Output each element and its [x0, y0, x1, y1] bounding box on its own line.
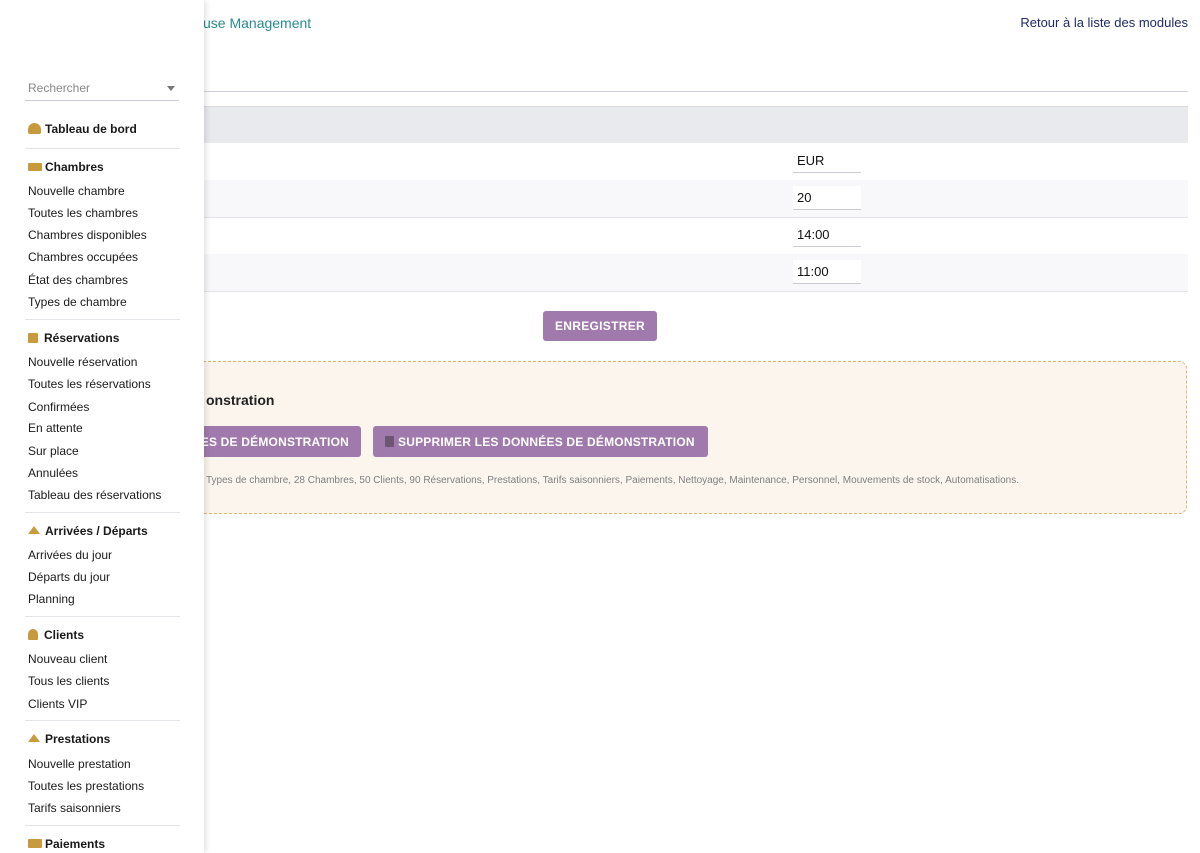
sidebar-item-toutes-reservations[interactable]: Toutes les réservations	[28, 377, 151, 391]
sidebar-divider	[25, 319, 180, 320]
sidebar-item-tous-clients[interactable]: Tous les clients	[28, 674, 109, 688]
sidebar-divider	[25, 148, 180, 149]
sidebar-item-etat-chambres[interactable]: État des chambres	[28, 273, 128, 287]
sidebar-item-chambres-disponibles[interactable]: Chambres disponibles	[28, 228, 147, 242]
sidebar-item-tarifs-saisonniers[interactable]: Tarifs saisonniers	[28, 801, 121, 815]
save-button[interactable]: ENREGISTRER	[543, 311, 657, 341]
search-placeholder: Rechercher	[28, 81, 91, 95]
sidebar-divider	[25, 616, 180, 617]
sidebar-item-chambres-occupees[interactable]: Chambres occupées	[28, 250, 138, 264]
sidebar-section-prestations[interactable]: Prestations	[28, 732, 110, 746]
chambres-label: Chambres	[45, 160, 104, 174]
sidebar-section-clients[interactable]: Clients	[28, 628, 84, 642]
sidebar-item-clients-vip[interactable]: Clients VIP	[28, 697, 87, 711]
sidebar-section-arrivees-departs[interactable]: Arrivées / Départs	[28, 524, 148, 538]
chevron-down-icon	[167, 86, 175, 91]
tax-rate-input[interactable]	[793, 186, 861, 210]
sidebar-item-confirmees[interactable]: Confirmées	[28, 400, 89, 414]
sidebar-item-annulees[interactable]: Annulées	[28, 466, 78, 480]
sidebar-item-types-chambre[interactable]: Types de chambre	[28, 295, 127, 309]
sidebar-search-select[interactable]: Rechercher	[25, 78, 179, 101]
prestations-label: Prestations	[45, 732, 111, 746]
sidebar-item-departs-jour[interactable]: Départs du jour	[28, 570, 110, 584]
dashboard-label: Tableau de bord	[45, 122, 137, 136]
bed-icon	[28, 163, 42, 171]
user-icon	[28, 629, 38, 640]
demo-panel-title: onstration	[206, 392, 275, 408]
sidebar-item-sur-place[interactable]: Sur place	[28, 444, 79, 458]
sidebar-item-nouvelle-reservation[interactable]: Nouvelle réservation	[28, 355, 137, 369]
sidebar-divider	[25, 512, 180, 513]
paiements-label: Paiements	[45, 837, 106, 851]
clients-label: Clients	[44, 628, 85, 642]
sidebar-item-tableau-reservations[interactable]: Tableau des réservations	[28, 488, 161, 502]
demo-data-description: Types de chambre, 28 Chambres, 50 Client…	[206, 475, 1020, 486]
delete-demo-label: SUPPRIMER LES DONNÉES DE DÉMONSTRATION	[398, 434, 695, 449]
concierge-bell-icon	[28, 526, 40, 534]
currency-input[interactable]	[793, 149, 861, 173]
sidebar-divider	[25, 825, 180, 826]
sidebar-item-toutes-prestations[interactable]: Toutes les prestations	[28, 779, 144, 793]
arrivees-label: Arrivées / Départs	[45, 524, 148, 538]
sidebar-section-chambres[interactable]: Chambres	[28, 160, 104, 174]
sidebar-section-paiements[interactable]: Paiements	[28, 837, 105, 851]
sidebar-item-toutes-chambres[interactable]: Toutes les chambres	[28, 206, 138, 220]
sidebar-item-nouveau-client[interactable]: Nouveau client	[28, 652, 107, 666]
checkout-time-input[interactable]	[793, 260, 861, 284]
sidebar-item-en-attente[interactable]: En attente	[28, 421, 83, 435]
reservations-label: Réservations	[44, 331, 120, 345]
calendar-icon	[28, 333, 38, 343]
back-to-modules-link[interactable]: Retour à la liste des modules	[1020, 15, 1188, 30]
concierge-bell-icon	[28, 734, 40, 742]
delete-demo-button[interactable]: SUPPRIMER LES DONNÉES DE DÉMONSTRATION	[373, 426, 708, 457]
sidebar-item-planning[interactable]: Planning	[28, 592, 75, 606]
checkin-time-input[interactable]	[793, 223, 861, 247]
sidebar-divider	[25, 720, 180, 721]
dashboard-gauge-icon	[28, 123, 41, 134]
sidebar: Rechercher Tableau de bord Chambres Nouv…	[0, 0, 204, 853]
sidebar-item-arrivees-jour[interactable]: Arrivées du jour	[28, 548, 112, 562]
load-demo-label: ES DE DÉMONSTRATION	[200, 434, 349, 449]
money-icon	[28, 839, 42, 848]
sidebar-item-nouvelle-prestation[interactable]: Nouvelle prestation	[28, 757, 131, 771]
module-title-link[interactable]: use Management	[203, 15, 343, 31]
demo-data-panel: onstration ES DE DÉMONSTRATION SUPPRIMER…	[141, 361, 1187, 514]
sidebar-section-reservations[interactable]: Réservations	[28, 331, 119, 345]
trash-icon	[385, 435, 394, 447]
sidebar-item-nouvelle-chambre[interactable]: Nouvelle chambre	[28, 184, 125, 198]
sidebar-item-dashboard[interactable]: Tableau de bord	[28, 122, 137, 136]
